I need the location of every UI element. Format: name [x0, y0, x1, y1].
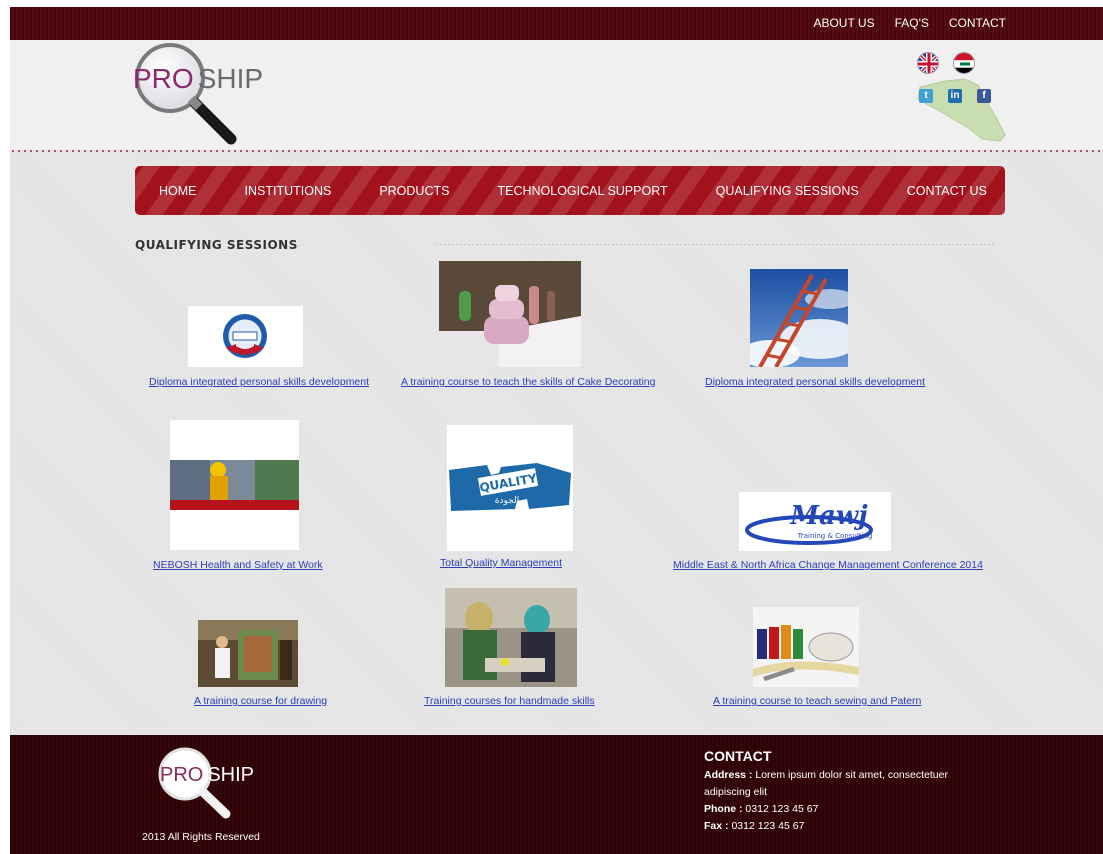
- session-thumbnail[interactable]: [439, 261, 581, 367]
- main-nav: HOME INSTITUTIONS PRODUCTS TECHNOLOGICAL…: [135, 166, 1005, 215]
- phone-value: 0312 123 45 67: [745, 803, 819, 815]
- session-link[interactable]: Total Quality Management: [440, 557, 562, 569]
- session-thumbnail[interactable]: Mawj Training & Consulting: [739, 492, 891, 551]
- handmade-workshop-photo: [445, 588, 577, 687]
- main-nav-contact-us[interactable]: CONTACT US: [907, 184, 987, 198]
- session-thumbnail[interactable]: [188, 306, 303, 367]
- session-link[interactable]: A training course to teach the skills of…: [401, 376, 655, 388]
- main-nav-qualifying-sessions[interactable]: QUALIFYING SESSIONS: [716, 184, 859, 198]
- session-thumbnail[interactable]: QUALITY الجودة: [447, 425, 573, 551]
- section-title: QUALIFYING SESSIONS: [135, 238, 298, 252]
- fax-label: Fax :: [704, 820, 729, 832]
- session-thumbnail[interactable]: [753, 607, 859, 687]
- top-nav-about-us[interactable]: ABOUT US: [813, 16, 874, 30]
- phone-label: Phone :: [704, 803, 743, 815]
- footer-fax: Fax : 0312 123 45 67: [704, 818, 974, 835]
- logo-ship-text: SHIP: [197, 63, 264, 94]
- english-flag-icon[interactable]: [917, 52, 939, 74]
- main-nav-institutions[interactable]: INSTITUTIONS: [245, 184, 332, 198]
- linkedin-icon[interactable]: in: [948, 89, 962, 103]
- session-link[interactable]: NEBOSH Health and Safety at Work: [153, 559, 323, 571]
- session-link[interactable]: Middle East & North Africa Change Manage…: [673, 559, 983, 571]
- session-thumbnail[interactable]: [445, 588, 577, 687]
- footer-logo-pro: PRO: [160, 764, 204, 786]
- address-label: Address :: [704, 769, 753, 781]
- footer-contact-title: CONTACT: [704, 748, 772, 764]
- footer: PRO SHIP 2013 All Rights Reserved CONTACT…: [10, 735, 1103, 854]
- arabic-flag-icon[interactable]: [953, 52, 975, 74]
- twitter-icon[interactable]: t: [919, 89, 933, 103]
- session-link[interactable]: A training course to teach sewing and Pa…: [713, 695, 921, 707]
- decorated-cakes-photo: [439, 261, 581, 367]
- main-nav-products[interactable]: PRODUCTS: [379, 184, 449, 198]
- top-nav: ABOUT US FAQ'S CONTACT: [813, 16, 1006, 30]
- mawj-logo: Mawj Training & Consulting: [739, 492, 891, 551]
- mawj-tagline: Training & Consulting: [797, 532, 873, 540]
- copyright-text: 2013 All Rights Reserved: [142, 831, 260, 843]
- logo-text: PRO SHIP: [133, 63, 263, 95]
- sewing-threads-photo: [753, 607, 859, 687]
- quality-puzzle-image: QUALITY الجودة: [447, 425, 573, 551]
- session-link[interactable]: Diploma integrated personal skills devel…: [705, 376, 925, 388]
- magnifier-icon: [135, 43, 237, 145]
- session-link[interactable]: Training courses for handmade skills: [424, 695, 595, 707]
- session-thumbnail[interactable]: [170, 420, 299, 550]
- session-link[interactable]: A training course for drawing: [194, 695, 327, 707]
- nebosh-banner-photo: [170, 420, 299, 550]
- session-thumbnail[interactable]: [198, 620, 298, 687]
- footer-address: Address : Lorem ipsum dolor sit amet, co…: [704, 767, 974, 801]
- footer-logo-ship: SHIP: [207, 764, 255, 786]
- logo-pro-text: PRO: [133, 63, 194, 94]
- facebook-icon[interactable]: f: [977, 89, 991, 103]
- drawing-class-photo: [198, 620, 298, 687]
- page-frame: ABOUT US FAQ'S CONTACT PRO SHIP t in f H…: [10, 7, 1103, 854]
- footer-logo[interactable]: PRO SHIP: [158, 744, 258, 819]
- iraq-map-icon: [917, 78, 1006, 142]
- top-nav-faqs[interactable]: FAQ'S: [895, 16, 929, 30]
- fax-value: 0312 123 45 67: [731, 820, 805, 832]
- session-thumbnail[interactable]: [750, 269, 848, 367]
- mem-seal-logo: [223, 314, 267, 358]
- section-title-rule: [435, 244, 995, 245]
- main-nav-technological-support[interactable]: TECHNOLOGICAL SUPPORT: [497, 184, 667, 198]
- ladder-to-sky-photo: [750, 269, 848, 367]
- site-logo[interactable]: PRO SHIP: [133, 41, 273, 151]
- footer-logo-text: PRO SHIP: [158, 764, 254, 787]
- footer-contact: CONTACT Address : Lorem ipsum dolor sit …: [704, 748, 974, 835]
- mawj-name: Mawj: [789, 501, 868, 531]
- footer-phone: Phone : 0312 123 45 67: [704, 801, 974, 818]
- main-nav-home[interactable]: HOME: [159, 184, 197, 198]
- session-link[interactable]: Diploma integrated personal skills devel…: [149, 376, 369, 388]
- top-bar: ABOUT US FAQ'S CONTACT: [10, 7, 1103, 40]
- quality-arabic-text: الجودة: [495, 496, 519, 506]
- top-nav-contact[interactable]: CONTACT: [949, 16, 1006, 30]
